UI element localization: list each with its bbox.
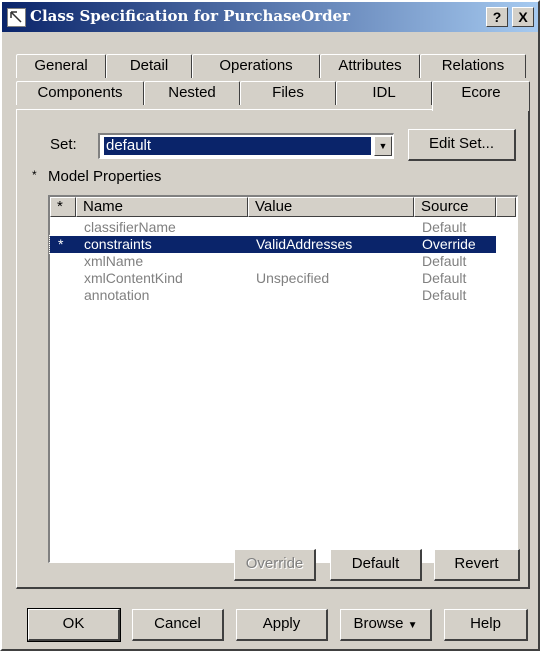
modified-marker: * <box>32 168 37 182</box>
row-source: Default <box>422 219 467 235</box>
tab-ecore[interactable]: Ecore <box>432 81 530 111</box>
tab-general[interactable]: General <box>16 54 106 78</box>
row-value: Unspecified <box>256 270 330 286</box>
column-header-marker[interactable]: * <box>50 197 76 217</box>
dialog-window: Class Specification for PurchaseOrder ? … <box>0 0 540 651</box>
row-name: classifierName <box>84 219 176 235</box>
row-source: Default <box>422 253 467 269</box>
ok-button[interactable]: OK <box>27 608 121 642</box>
row-name: constraints <box>84 236 152 252</box>
model-properties-label: Model Properties <box>48 168 162 185</box>
table-row[interactable]: annotation Default <box>50 287 496 304</box>
default-button[interactable]: Default <box>330 549 422 581</box>
row-name: annotation <box>84 287 150 303</box>
set-select-value: default <box>103 136 372 156</box>
tab-attributes[interactable]: Attributes <box>320 54 420 78</box>
cancel-button[interactable]: Cancel <box>132 609 224 641</box>
row-name: xmlContentKind <box>84 270 183 286</box>
tab-idl[interactable]: IDL <box>336 81 432 105</box>
column-header-value[interactable]: Value <box>248 197 414 217</box>
override-button[interactable]: Override <box>234 549 316 581</box>
column-header-name[interactable]: Name <box>76 197 248 217</box>
tab-nested[interactable]: Nested <box>144 81 240 105</box>
row-source: Default <box>422 287 467 303</box>
browse-button[interactable]: Browse ▼ <box>340 609 432 641</box>
row-marker: * <box>58 236 64 252</box>
chevron-down-icon[interactable]: ▼ <box>374 136 392 156</box>
close-button[interactable]: X <box>512 7 534 27</box>
row-value: ValidAddresses <box>256 236 353 252</box>
set-label: Set: <box>50 136 77 153</box>
table-row[interactable]: xmlContentKind Unspecified Default <box>50 270 496 287</box>
tab-components[interactable]: Components <box>16 81 144 105</box>
table-row[interactable]: * constraints ValidAddresses Override <box>49 235 497 254</box>
apply-button[interactable]: Apply <box>236 609 328 641</box>
edit-set-button[interactable]: Edit Set... <box>408 129 516 161</box>
set-select[interactable]: default ▼ <box>98 133 394 159</box>
tab-operations[interactable]: Operations <box>192 54 320 78</box>
column-header-filler <box>496 197 516 217</box>
title-bar[interactable]: Class Specification for PurchaseOrder ? … <box>2 2 538 32</box>
column-header-source[interactable]: Source <box>414 197 496 217</box>
caret-down-icon: ▼ <box>407 620 418 631</box>
row-source: Default <box>422 270 467 286</box>
help-button[interactable]: Help <box>444 609 528 641</box>
tab-detail[interactable]: Detail <box>106 54 192 78</box>
tab-relations[interactable]: Relations <box>420 54 526 78</box>
revert-button[interactable]: Revert <box>434 549 520 581</box>
help-question-button[interactable]: ? <box>486 7 508 27</box>
class-spec-icon <box>7 8 26 27</box>
tab-files[interactable]: Files <box>240 81 336 105</box>
table-row[interactable]: xmlName Default <box>50 253 496 270</box>
table-row[interactable]: classifierName Default <box>50 219 496 236</box>
browse-label: Browse <box>353 615 404 632</box>
row-name: xmlName <box>84 253 144 269</box>
row-source: Override <box>422 236 476 252</box>
window-title: Class Specification for PurchaseOrder <box>30 7 351 25</box>
model-properties-list[interactable]: * Name Value Source classifierName Defau… <box>48 195 518 563</box>
